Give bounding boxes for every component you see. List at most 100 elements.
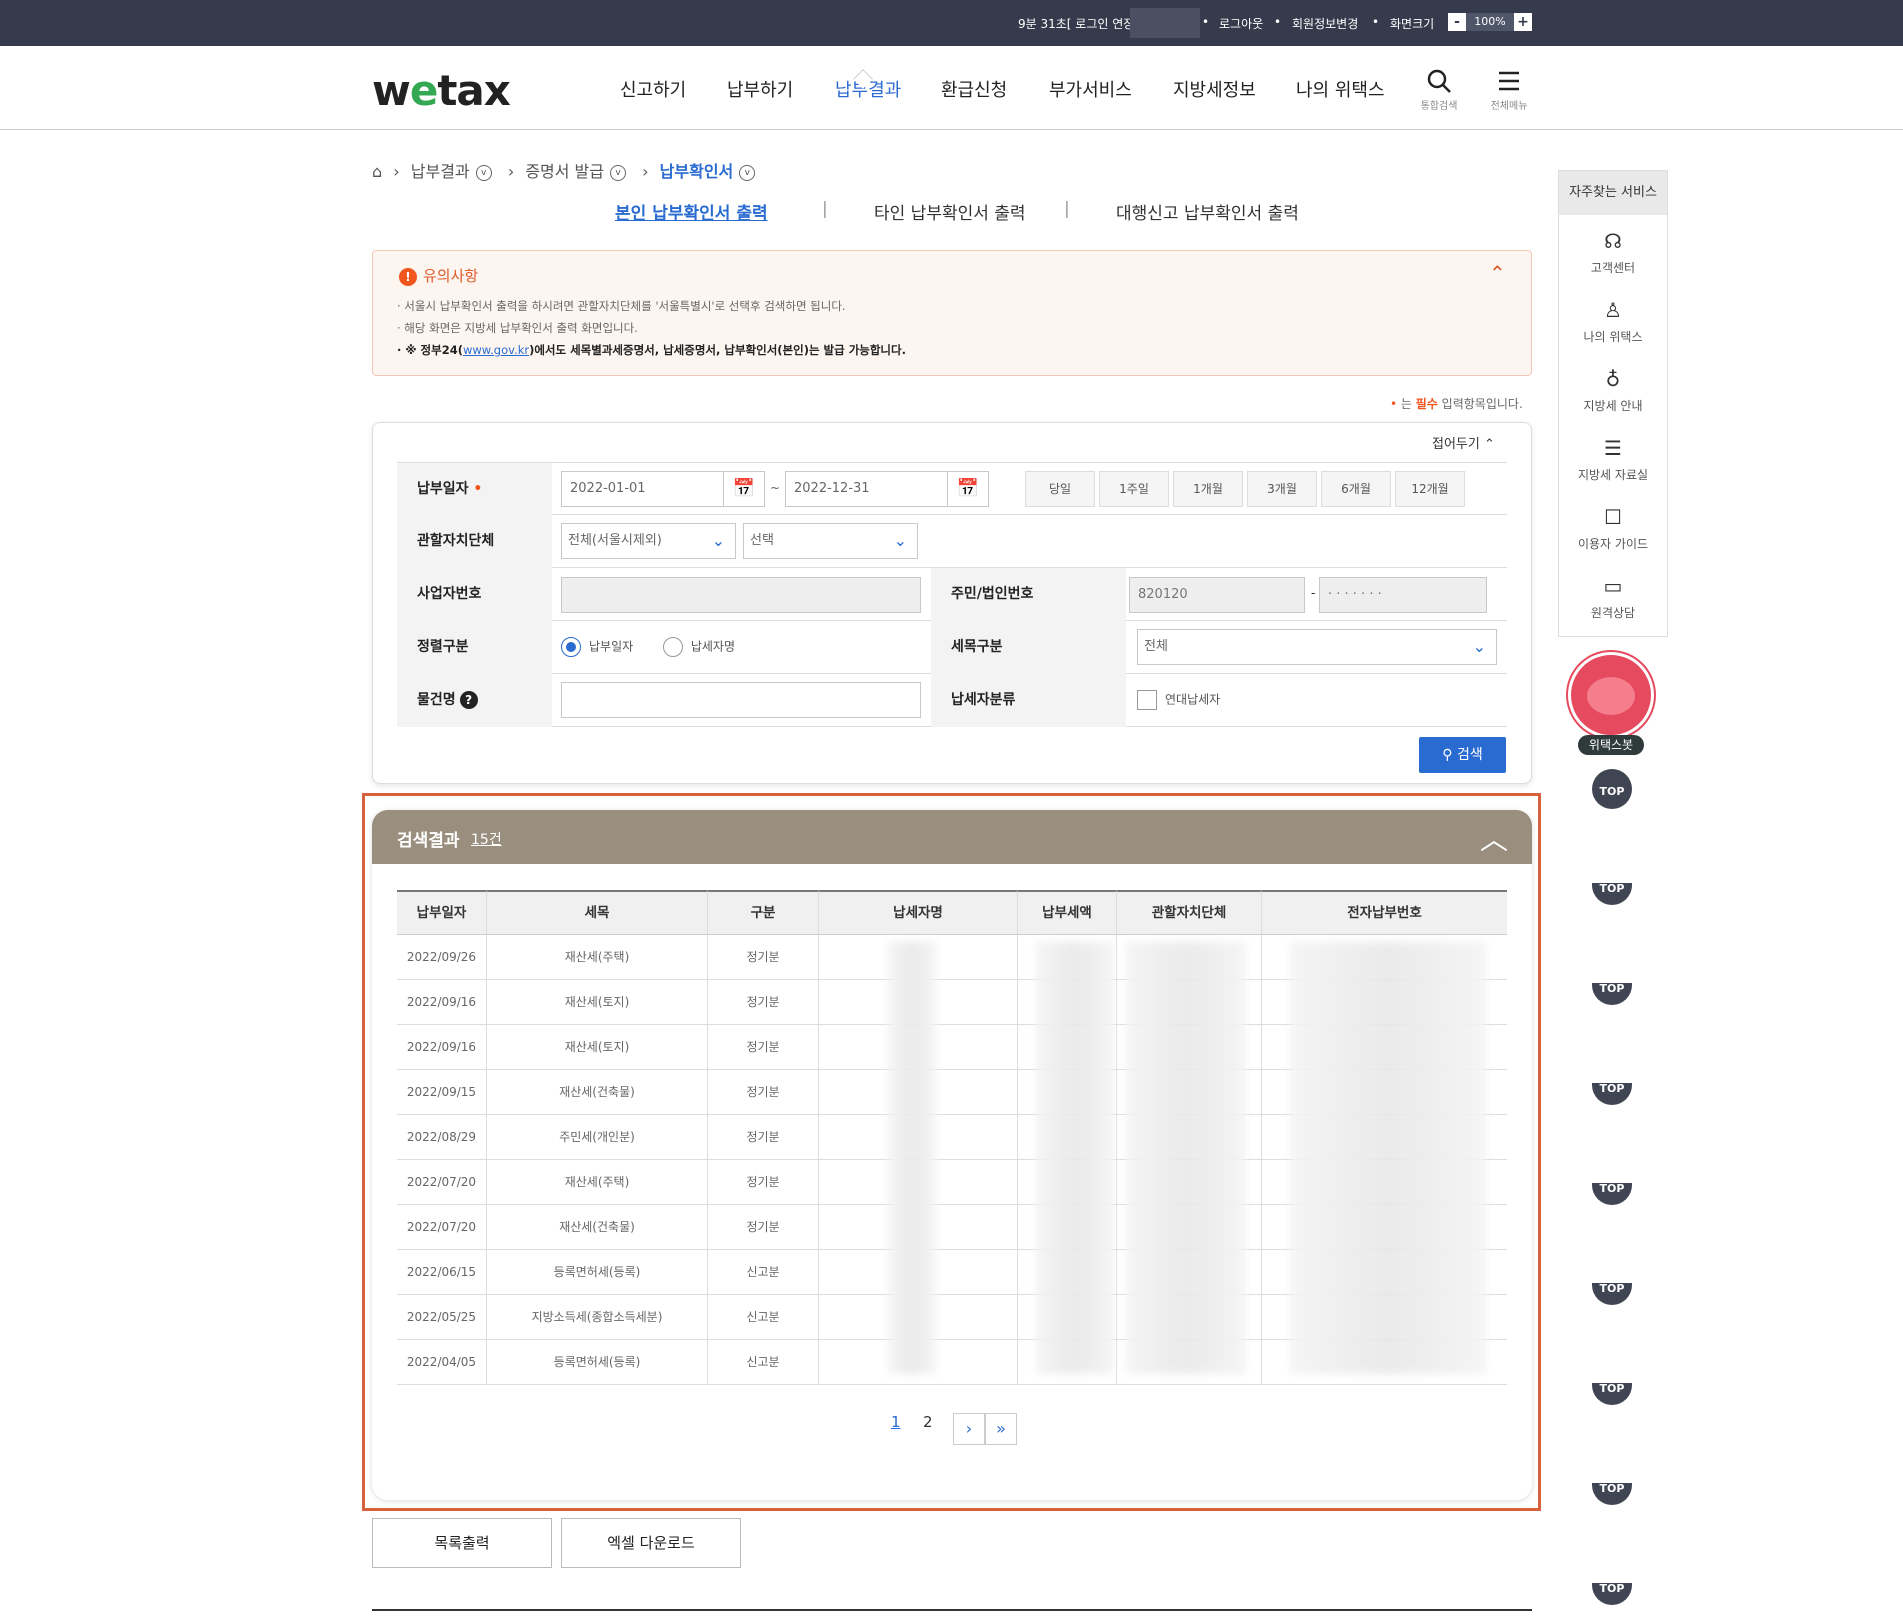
nav-local-tax-info[interactable]: 지방세정보	[1173, 76, 1256, 102]
cell-tax-item: 재산세(주택)	[487, 1160, 708, 1205]
last-page-icon[interactable]: »	[985, 1413, 1017, 1445]
calendar-icon[interactable]: 📅	[723, 471, 765, 507]
fold-toggle[interactable]: 접어두기 ⌃	[1432, 433, 1495, 452]
member-change-link[interactable]: 회원정보변경	[1292, 15, 1358, 32]
gov24-link[interactable]: www.gov.kr	[463, 343, 529, 357]
chevron-up-icon: ⌃	[1483, 437, 1495, 452]
top-button[interactable]: TOP	[1592, 1583, 1632, 1605]
calendar-icon[interactable]: 📅	[947, 471, 989, 507]
cell-category: 정기분	[708, 980, 819, 1025]
region-select-2[interactable]: 선택 ⌄	[743, 523, 918, 559]
nav-additional-services[interactable]: 부가서비스	[1049, 76, 1132, 102]
cell-category: 정기분	[708, 935, 819, 980]
business-number-input[interactable]	[561, 577, 921, 613]
date-to-input[interactable]: 2022-12-31	[785, 471, 949, 507]
col-header: 구분	[708, 890, 819, 935]
top-button[interactable]: TOP	[1592, 1483, 1632, 1505]
nav-refund[interactable]: 환급신청	[941, 76, 1007, 102]
quick-remote-support[interactable]: ▭ 원격상담	[1559, 574, 1667, 621]
results-count: 15건	[471, 832, 502, 848]
session-timer[interactable]: 9분 31초[ 로그인 연장	[1018, 15, 1134, 32]
cell-tax-item: 재산세(토지)	[487, 980, 708, 1025]
id-back-input[interactable]: · · · · · · ·	[1319, 577, 1487, 613]
period-12month-button[interactable]: 12개월	[1395, 471, 1465, 507]
excel-download-button[interactable]: 엑셀 다운로드	[561, 1518, 741, 1568]
top-button[interactable]: TOP	[1592, 1183, 1632, 1205]
help-icon[interactable]: ?	[459, 691, 478, 709]
top-button[interactable]: TOP	[1592, 1083, 1632, 1105]
breadcrumb-current[interactable]: 납부확인서	[660, 162, 734, 181]
headset-icon: ☊	[1604, 229, 1622, 253]
chevron-up-icon[interactable]: ⌃	[1489, 261, 1506, 285]
zoom-out-button[interactable]: -	[1448, 13, 1466, 31]
search-button[interactable]: ⚲ 검색	[1419, 737, 1506, 773]
chevron-down-icon: ⌄	[1472, 637, 1486, 656]
wetax-logo[interactable]: wetax	[372, 66, 511, 115]
cell-tax-item: 주민세(개인분)	[487, 1115, 708, 1160]
top-button[interactable]: TOP	[1592, 1283, 1632, 1305]
col-header: 납부세액	[1018, 890, 1117, 935]
top-button[interactable]: TOP	[1592, 983, 1632, 1005]
quick-local-tax-guide[interactable]: ♁ 지방세 안내	[1559, 367, 1667, 414]
period-1month-button[interactable]: 1개월	[1173, 471, 1243, 507]
quick-customer-center[interactable]: ☊ 고객센터	[1559, 229, 1667, 276]
joint-taxpayer-checkbox[interactable]	[1137, 690, 1157, 710]
cell-tax-item: 등록면허세(등록)	[487, 1250, 708, 1295]
page-1[interactable]: 1	[891, 1413, 901, 1431]
wetax-bot-icon[interactable]	[1568, 652, 1654, 738]
cell-category: 정기분	[708, 1115, 819, 1160]
breadcrumb: ⌂ › 납부결과 v › 증명서 발급 v › 납부확인서 v	[372, 158, 761, 182]
col-header: 세목	[487, 890, 708, 935]
chevron-down-icon[interactable]: v	[739, 164, 756, 181]
breadcrumb-item[interactable]: 증명서 발급	[525, 162, 604, 181]
page-2[interactable]: 2	[923, 1413, 933, 1431]
tab-other-certificate[interactable]: 타인 납부확인서 출력	[874, 199, 1026, 224]
tab-self-certificate[interactable]: 본인 납부확인서 출력	[615, 199, 768, 224]
period-6month-button[interactable]: 6개월	[1321, 471, 1391, 507]
sort-by-date-radio[interactable]	[561, 637, 581, 657]
top-button[interactable]: TOP	[1592, 769, 1632, 809]
integrated-search-button[interactable]: 통합검색	[1409, 68, 1469, 112]
period-today-button[interactable]: 당일	[1025, 471, 1095, 507]
home-icon[interactable]: ⌂	[372, 162, 382, 181]
bottom-divider	[372, 1609, 1532, 1611]
nav-payment[interactable]: 납부하기	[727, 76, 793, 102]
top-button[interactable]: TOP	[1592, 883, 1632, 905]
breadcrumb-item[interactable]: 납부결과	[411, 162, 470, 181]
masked-taxpayer-column	[888, 942, 936, 1374]
tab-agent-certificate[interactable]: 대행신고 납부확인서 출력	[1116, 199, 1299, 224]
chevron-down-icon[interactable]: v	[475, 164, 492, 181]
screen-size-label: 화면크기	[1390, 17, 1435, 31]
chevron-down-icon[interactable]: v	[610, 164, 626, 181]
id-front-input[interactable]: 820120	[1129, 577, 1305, 613]
quick-local-tax-library[interactable]: ☰ 지방세 자료실	[1559, 436, 1667, 483]
user-icon: ♙	[1604, 298, 1622, 322]
bot-label[interactable]: 위택스봇	[1578, 735, 1644, 755]
region-select-1[interactable]: 전체(서울시제외) ⌄	[561, 523, 736, 559]
zoom-in-button[interactable]: +	[1514, 13, 1532, 31]
item-name-input[interactable]	[561, 682, 921, 718]
period-1week-button[interactable]: 1주일	[1099, 471, 1169, 507]
nav-my-wetax[interactable]: 나의 위택스	[1296, 76, 1385, 102]
date-from-input[interactable]: 2022-01-01	[561, 471, 725, 507]
all-menu-button[interactable]: 전체메뉴	[1479, 68, 1539, 112]
chevron-up-icon[interactable]: ︿	[1480, 818, 1508, 858]
tax-type-select[interactable]: 전체 ⌄	[1137, 629, 1497, 665]
cell-tax-item: 재산세(주택)	[487, 935, 708, 980]
cell-pay-date: 2022/09/26	[397, 935, 487, 980]
cell-tax-item: 재산세(건축물)	[487, 1070, 708, 1115]
next-page-icon[interactable]: ›	[953, 1413, 985, 1445]
quick-my-wetax[interactable]: ♙ 나의 위택스	[1559, 298, 1667, 345]
chevron-down-icon: ⌄	[711, 531, 725, 550]
cell-category: 정기분	[708, 1160, 819, 1205]
print-list-button[interactable]: 목록출력	[372, 1518, 552, 1568]
quick-user-guide[interactable]: ☐ 이용자 가이드	[1559, 505, 1667, 552]
bot-mascot-icon	[1587, 677, 1635, 715]
nav-report[interactable]: 신고하기	[620, 76, 686, 102]
logout-link[interactable]: 로그아웃	[1219, 15, 1263, 32]
top-button[interactable]: TOP	[1592, 1383, 1632, 1405]
sort-by-taxpayer-radio[interactable]	[662, 637, 683, 657]
money-bag-icon: ♁	[1605, 367, 1621, 391]
quick-services-panel: 자주찾는 서비스 ☊ 고객센터 ♙ 나의 위택스 ♁ 지방세 안내 ☰ 지방세 자료실 …	[1558, 170, 1668, 637]
period-3month-button[interactable]: 3개월	[1247, 471, 1317, 507]
